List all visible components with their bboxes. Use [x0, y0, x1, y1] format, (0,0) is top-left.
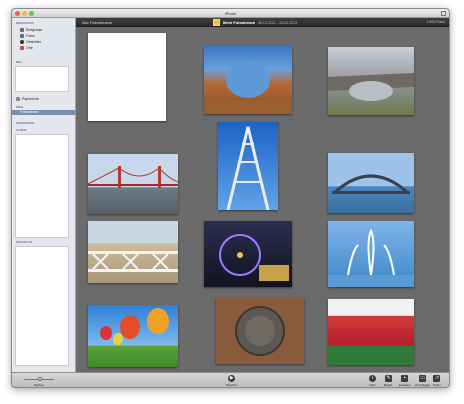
photo-thumbnail-arch[interactable] — [204, 46, 292, 114]
photo-thumbnail-railing[interactable] — [88, 221, 178, 283]
ferris-wheel-photo-graphic — [219, 234, 289, 281]
arch-photo-graphic — [204, 62, 292, 114]
harbour-bridge-photo-graphic — [332, 174, 410, 195]
photo-thumbnail-steel-tower[interactable] — [218, 122, 278, 211]
albums-list — [15, 134, 69, 238]
steel-tower-photo-graphic — [226, 126, 270, 211]
sidebar-item-trash[interactable]: Papierkorb — [16, 96, 39, 101]
events-icon — [20, 27, 24, 32]
photo-count: 1.000 Fotos — [426, 20, 445, 24]
info-label: Infos — [369, 383, 376, 387]
sidebar-item-photos[interactable]: Fotos — [20, 33, 35, 38]
create-icon: + — [401, 375, 409, 382]
sidebar-item-events[interactable]: Ereignisse — [20, 27, 42, 32]
photo-thumbnail-golden-gate[interactable] — [87, 154, 179, 214]
faces-icon — [20, 39, 24, 44]
event-title: Mein Fotostream — [223, 20, 256, 25]
photo-thumbnail-balloons[interactable] — [88, 305, 178, 367]
recent-header: NEU — [16, 60, 23, 64]
photo-thumbnail-stone-bridge[interactable] — [328, 47, 414, 115]
sidebar-item-label: Orte — [26, 45, 33, 50]
photo-thumbnail-manhole[interactable] — [216, 298, 304, 364]
photos-icon — [20, 33, 24, 38]
iphoto-window: iPhoto MEDIATHEK Ereignisse Fotos Gesich… — [11, 8, 450, 388]
share-label: Teilen — [433, 383, 441, 387]
create-button[interactable]: + Erstellen — [399, 375, 411, 387]
event-date: 08.12.2012 – 05.03.2013 — [258, 20, 297, 25]
web-header: WEB — [16, 105, 23, 109]
sidebar: MEDIATHEK Ereignisse Fotos Gesichter Ort… — [12, 18, 76, 372]
slideshow-label: Diashow — [226, 383, 238, 387]
photo-thumbnail-harbour-bridge[interactable] — [328, 153, 414, 213]
golden-gate-photo-graphic — [87, 166, 179, 188]
sidebar-item-label: Gesichter — [26, 39, 41, 44]
bottom-toolbar: Suchen ▶ Diashow i Infos ✎ Bearb. + Erst… — [12, 372, 449, 387]
photo-thumbnail-blank[interactable] — [88, 33, 166, 121]
event-key-photo — [213, 19, 220, 26]
photo-thumbnail-fountain[interactable] — [328, 221, 414, 287]
photo-grid — [76, 27, 449, 372]
trash-icon — [16, 96, 20, 101]
events-header: EREIGNISSE — [16, 121, 35, 125]
sidebar-item-label: Fotostream — [20, 110, 38, 114]
share-button[interactable]: ↗ Teilen — [433, 375, 441, 387]
sidebar-item-places[interactable]: Orte — [20, 45, 33, 50]
sidebar-item-photostream[interactable]: Fotostream — [12, 110, 75, 115]
sidebar-item-label: Fotos — [26, 33, 35, 38]
zoom-slider-knob[interactable] — [38, 377, 42, 381]
window-title: iPhoto — [224, 11, 237, 16]
balloons-photo-graphic — [100, 308, 169, 345]
photo-thumbnail-tulips[interactable] — [328, 299, 414, 365]
info-icon: i — [369, 375, 376, 382]
pencil-icon: ✎ — [384, 375, 392, 382]
share-icon: ↗ — [433, 375, 441, 382]
places-icon — [20, 45, 24, 50]
fullscreen-icon[interactable] — [441, 11, 446, 16]
edit-label: Bearb. — [384, 383, 393, 387]
albums-header: ALBEN — [16, 128, 27, 132]
event-header-bar: Alle Fotostreams Mein Fotostream 08.12.2… — [76, 18, 449, 27]
projects-list — [15, 246, 69, 366]
sidebar-item-label: Ereignisse — [26, 27, 43, 32]
add-label: Hinzufügen — [415, 383, 431, 387]
library-header: MEDIATHEK — [16, 21, 34, 25]
event-info: Mein Fotostream 08.12.2012 – 05.03.2013 — [213, 19, 297, 26]
sidebar-item-faces[interactable]: Gesichter — [20, 39, 41, 44]
railing-photo-graphic — [88, 251, 178, 272]
create-label: Erstellen — [399, 383, 411, 387]
play-icon: ▶ — [228, 375, 236, 382]
stone-bridge-photo-graphic — [328, 73, 414, 101]
search-label: Suchen — [34, 383, 45, 387]
info-button[interactable]: i Infos — [369, 375, 376, 387]
edit-button[interactable]: ✎ Bearb. — [384, 375, 393, 387]
search-button[interactable]: Suchen — [34, 383, 44, 387]
manhole-photo-graphic — [235, 306, 285, 356]
add-to-button[interactable]: ▭ Hinzufügen — [415, 375, 430, 387]
photo-thumbnail-ferris-wheel[interactable] — [204, 221, 292, 287]
fountain-photo-graphic — [328, 228, 414, 287]
add-to-icon: ▭ — [419, 375, 427, 382]
title-bar: iPhoto — [12, 9, 449, 18]
slideshow-button[interactable]: ▶ Diashow — [226, 375, 238, 387]
recent-list — [15, 66, 69, 92]
sidebar-item-label: Papierkorb — [22, 96, 39, 101]
projects-header: PROJEKTE — [16, 240, 33, 244]
back-to-photostreams-button[interactable]: Alle Fotostreams — [82, 20, 112, 25]
